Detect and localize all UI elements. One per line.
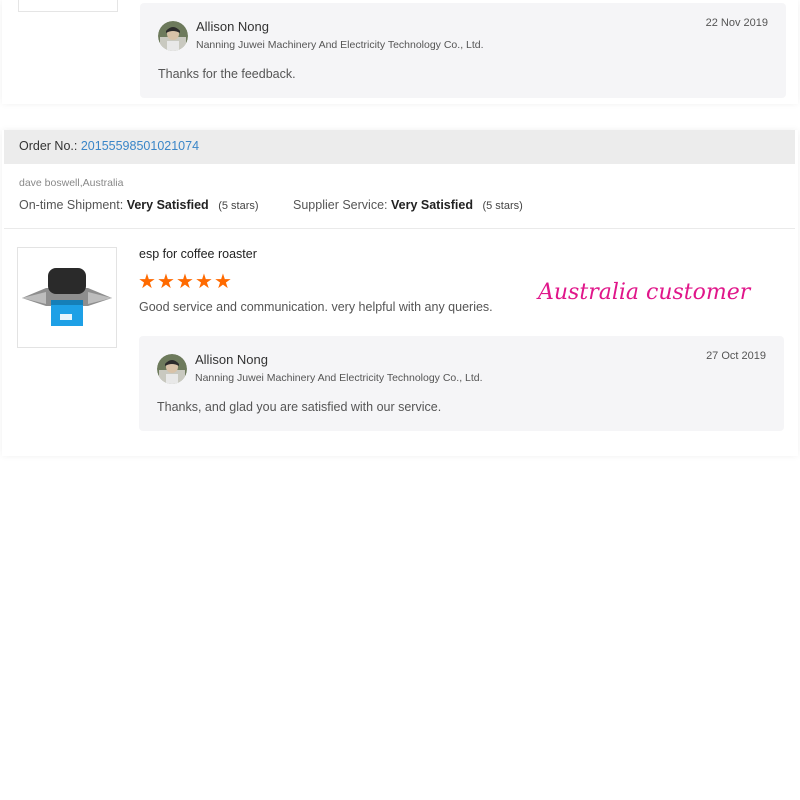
star-icon: ★ [138, 271, 156, 293]
reply-date: 22 Nov 2019 [705, 17, 768, 29]
order-number-row: Order No.: 20155598501021074 [19, 139, 199, 153]
reply-date: 27 Oct 2019 [706, 350, 766, 362]
avatar [158, 21, 188, 51]
reply-company-name: Nanning Juwei Machinery And Electricity … [195, 372, 483, 384]
star-icon: ★ [157, 271, 175, 293]
order-header: Order No.: 20155598501021074 [4, 130, 795, 164]
shipment-rating-stars: (5 stars) [218, 200, 259, 212]
service-rating-stars: (5 stars) [482, 200, 523, 212]
star-icon: ★ [214, 271, 232, 293]
supplier-reply-box: Allison Nong Nanning Juwei Machinery And… [140, 3, 786, 98]
review-text: Good service and communication. very hel… [139, 300, 493, 314]
product-title[interactable]: esp for coffee roaster [139, 247, 257, 261]
buyer-info: dave boswell,Australia [19, 177, 124, 189]
shipment-rating-value: Very Satisfied [126, 198, 209, 212]
supplier-reply-box: Allison Nong Nanning Juwei Machinery And… [139, 336, 784, 431]
shipment-rating-label: On-time Shipment: [19, 198, 124, 212]
star-icon: ★ [195, 271, 213, 293]
service-rating-value: Very Satisfied [390, 198, 473, 212]
reply-text: Thanks for the feedback. [158, 67, 296, 81]
reply-author-name: Allison Nong [195, 352, 268, 367]
previous-product-thumbnail[interactable] [18, 0, 118, 12]
order-number-label: Order No.: [19, 139, 78, 153]
annotation-text: Australia customer [538, 280, 751, 305]
order-number-link[interactable]: 20155598501021074 [81, 139, 199, 153]
divider [4, 228, 795, 229]
avatar [157, 354, 187, 384]
reply-company-name: Nanning Juwei Machinery And Electricity … [196, 39, 484, 51]
shipment-rating: On-time Shipment: Very Satisfied (5 star… [19, 198, 259, 212]
star-rating: ★ ★ ★ ★ ★ [138, 271, 232, 293]
product-image[interactable] [17, 247, 117, 348]
reply-text: Thanks, and glad you are satisfied with … [157, 400, 442, 414]
service-rating: Supplier Service: Very Satisfied (5 star… [293, 198, 523, 212]
reply-author-name: Allison Nong [196, 19, 269, 34]
service-rating-label: Supplier Service: [293, 198, 388, 212]
star-icon: ★ [176, 271, 194, 293]
